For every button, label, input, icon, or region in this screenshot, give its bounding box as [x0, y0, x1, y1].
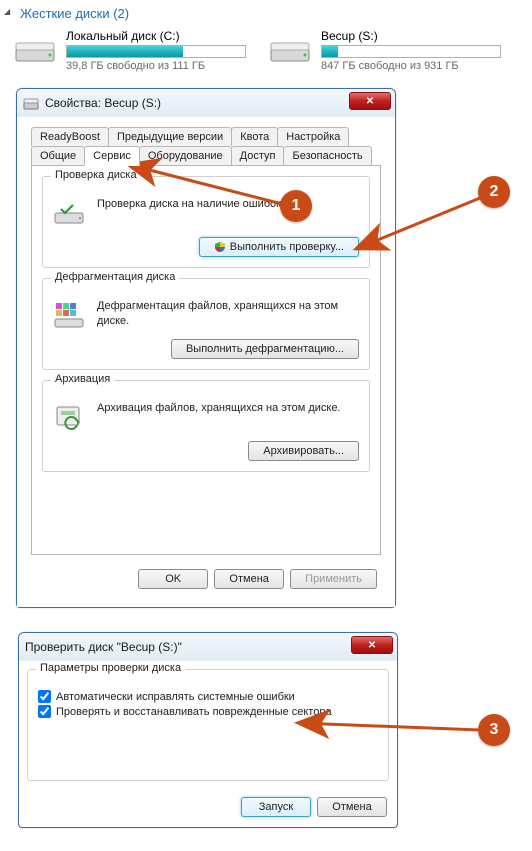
fix-errors-option[interactable]: Автоматически исправлять системные ошибк…	[38, 690, 378, 703]
check-now-button[interactable]: Выполнить проверку...	[199, 237, 359, 257]
close-icon: ✕	[366, 96, 374, 107]
button-label: Применить	[305, 573, 362, 585]
dialog-title: Проверить диск "Becup (S:)"	[25, 640, 182, 654]
hdd-icon	[269, 29, 313, 69]
button-label: Выполнить дефрагментацию...	[186, 343, 344, 355]
tab-content: Проверка диска Проверка диска на наличие…	[31, 165, 381, 555]
button-label: OK	[165, 573, 181, 585]
drive-item[interactable]: Becup (S:) 847 ГБ свободно из 931 ГБ	[269, 29, 518, 72]
close-icon: ✕	[368, 640, 376, 651]
group-title: Дефрагментация диска	[51, 271, 179, 283]
check-options-group: Параметры проверки диска Автоматически и…	[27, 669, 389, 781]
drive-subtext: 847 ГБ свободно из 931 ГБ	[321, 60, 501, 72]
group-text: Проверка диска на наличие ошибок.	[97, 197, 284, 212]
button-label: Выполнить проверку...	[230, 241, 344, 253]
defrag-icon	[53, 299, 89, 331]
backup-now-button[interactable]: Архивировать...	[248, 441, 359, 461]
check-disk-icon	[53, 197, 89, 229]
uac-shield-icon	[214, 241, 226, 253]
callout-3: 3	[478, 714, 510, 746]
cancel-button[interactable]: Отмена	[214, 569, 284, 589]
drive-label: Becup (S:)	[321, 29, 501, 43]
button-label: Запуск	[259, 801, 293, 813]
ok-button[interactable]: OK	[138, 569, 208, 589]
scan-sectors-option[interactable]: Проверять и восстанавливать поврежденные…	[38, 705, 378, 718]
hdd-icon	[14, 29, 58, 69]
group-text: Архивация файлов, хранящихся на этом дис…	[97, 401, 341, 416]
drive-title-icon	[23, 95, 39, 111]
dialog-button-bar: Запуск Отмена	[19, 789, 397, 827]
tab-customize[interactable]: Настройка	[277, 127, 349, 146]
group-check-disk: Проверка диска Проверка диска на наличие…	[42, 176, 370, 268]
close-button[interactable]: ✕	[349, 92, 391, 110]
callout-2: 2	[478, 176, 510, 208]
titlebar[interactable]: Проверить диск "Becup (S:)" ✕	[19, 633, 397, 661]
scan-sectors-checkbox[interactable]	[38, 705, 51, 718]
dialog-title: Свойства: Becup (S:)	[45, 96, 161, 110]
fix-errors-checkbox[interactable]	[38, 690, 51, 703]
cancel-button[interactable]: Отмена	[317, 797, 387, 817]
option-label: Автоматически исправлять системные ошибк…	[56, 691, 295, 703]
check-disk-dialog: Проверить диск "Becup (S:)" ✕ Параметры …	[18, 632, 398, 828]
tab-row-2: Общие Сервис Оборудование Доступ Безопас…	[31, 146, 381, 165]
tab-quota[interactable]: Квота	[231, 127, 278, 146]
tab-row-1: ReadyBoost Предыдущие версии Квота Настр…	[31, 127, 381, 146]
defrag-now-button[interactable]: Выполнить дефрагментацию...	[171, 339, 359, 359]
tab-tools[interactable]: Сервис	[84, 146, 140, 166]
group-backup: Архивация Архивация файлов, хранящихся н…	[42, 380, 370, 472]
drives-section-header: Жесткие диски (2)	[0, 0, 532, 27]
drives-row: Локальный диск (C:) 39,8 ГБ свободно из …	[0, 27, 532, 78]
drive-item[interactable]: Локальный диск (C:) 39,8 ГБ свободно из …	[14, 29, 263, 72]
option-label: Проверять и восстанавливать поврежденные…	[56, 706, 332, 718]
drive-label: Локальный диск (C:)	[66, 29, 246, 43]
drive-subtext: 39,8 ГБ свободно из 111 ГБ	[66, 60, 246, 72]
tab-prevversions[interactable]: Предыдущие версии	[108, 127, 232, 146]
drive-usage-bar	[321, 45, 501, 58]
group-title: Архивация	[51, 373, 114, 385]
callout-1: 1	[280, 190, 312, 222]
apply-button[interactable]: Применить	[290, 569, 377, 589]
start-button[interactable]: Запуск	[241, 797, 311, 817]
properties-dialog: Свойства: Becup (S:) ✕ ReadyBoost Предыд…	[16, 88, 396, 608]
group-title: Параметры проверки диска	[36, 662, 185, 674]
tab-sharing[interactable]: Доступ	[231, 146, 285, 165]
dialog-button-bar: OK Отмена Применить	[25, 561, 387, 599]
button-label: Отмена	[332, 801, 371, 813]
drive-usage-bar	[66, 45, 246, 58]
tab-readyboost[interactable]: ReadyBoost	[31, 127, 109, 146]
titlebar[interactable]: Свойства: Becup (S:) ✕	[17, 89, 395, 117]
group-defrag: Дефрагментация диска Дефрагментация файл…	[42, 278, 370, 370]
drives-section-title: Жесткие диски (2)	[20, 6, 129, 21]
group-title: Проверка диска	[51, 169, 141, 181]
tab-general[interactable]: Общие	[31, 146, 85, 165]
button-label: Отмена	[229, 573, 268, 585]
tab-security[interactable]: Безопасность	[283, 146, 371, 165]
group-text: Дефрагментация файлов, хранящихся на это…	[97, 299, 359, 330]
tab-area: ReadyBoost Предыдущие версии Квота Настр…	[25, 125, 387, 561]
tab-hardware[interactable]: Оборудование	[139, 146, 232, 165]
dialog-body: ReadyBoost Предыдущие версии Квота Настр…	[17, 117, 395, 607]
button-label: Архивировать...	[263, 445, 344, 457]
backup-icon	[53, 401, 89, 433]
close-button[interactable]: ✕	[351, 636, 393, 654]
